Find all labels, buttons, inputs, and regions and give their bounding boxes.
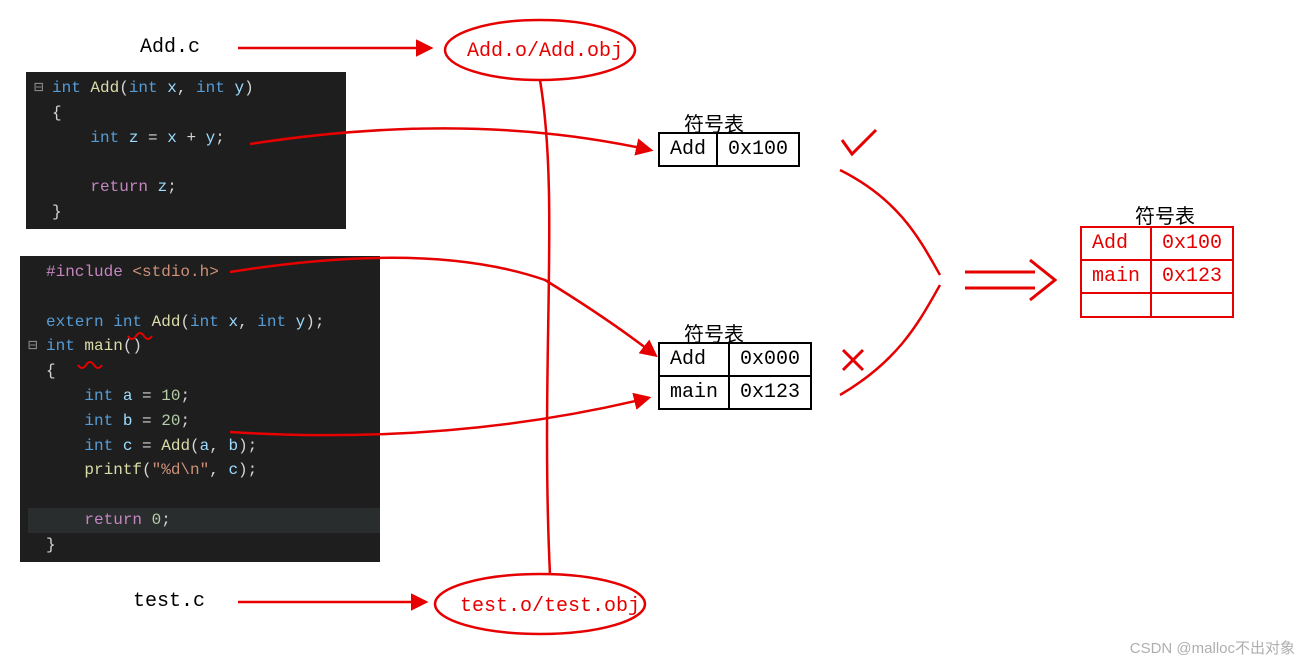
merge-curve-top xyxy=(840,170,940,275)
table-row: main0x123 xyxy=(1081,260,1233,293)
table-row: main0x123 xyxy=(659,376,811,409)
table-row: Add0x100 xyxy=(1081,227,1233,260)
label-test-c: test.c xyxy=(133,590,205,613)
checkmark-icon xyxy=(842,130,876,154)
sym-table-test: Add0x000 main0x123 xyxy=(658,342,812,410)
table-row xyxy=(1081,293,1233,317)
label-add-obj: Add.o/Add.obj xyxy=(467,40,623,63)
table-row: Add0x000 xyxy=(659,343,811,376)
merge-curve-bottom xyxy=(840,285,940,395)
code-editor-add: ⊟int Add(int x, int y) { int z = x + y; … xyxy=(26,72,346,229)
label-add-c: Add.c xyxy=(140,36,200,59)
sym-title-merged: 符号表 xyxy=(1135,200,1195,229)
code-editor-test: #include <stdio.h> extern int Add(int x,… xyxy=(20,256,380,562)
label-test-obj: test.o/test.obj xyxy=(460,595,640,618)
watermark: CSDN @malloc不出对象 xyxy=(1130,637,1295,658)
sym-table-add: Add0x100 xyxy=(658,132,800,167)
x-mark-icon xyxy=(843,350,863,370)
double-arrow-icon xyxy=(965,260,1055,300)
table-row: Add0x100 xyxy=(659,133,799,166)
sym-table-merged: Add0x100 main0x123 xyxy=(1080,226,1234,318)
connector-vertical xyxy=(540,80,550,575)
